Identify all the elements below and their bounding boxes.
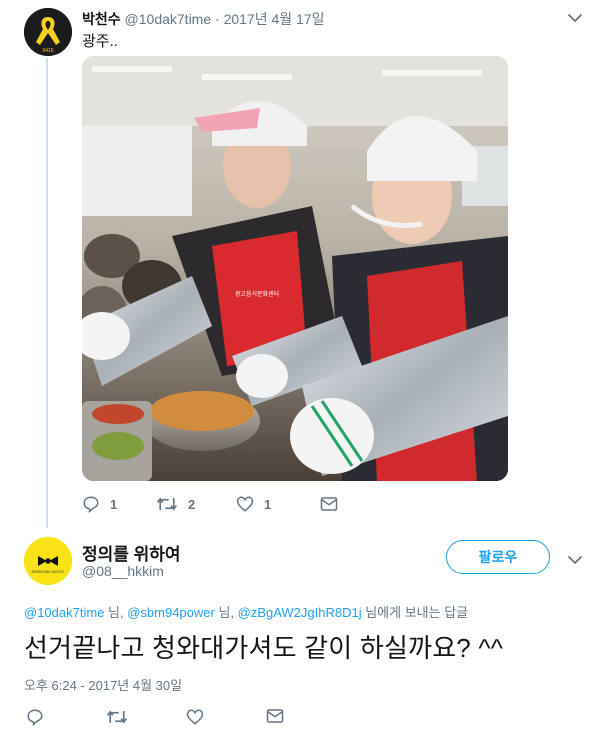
mention-link[interactable]: @zBgAW2JgIhR8D1j	[238, 605, 362, 620]
mention-link[interactable]: @sbm94power	[127, 605, 215, 620]
tweet-actions: 1 2 1	[82, 494, 338, 514]
like-icon[interactable]	[186, 708, 204, 726]
reply-icon[interactable]	[82, 495, 100, 513]
retweet-icon[interactable]	[156, 495, 178, 513]
replying-to-suffix: 님에게 보내는 답글	[361, 605, 469, 620]
avatar[interactable]: SEARCHING JUSTICE	[24, 537, 72, 585]
tweet-timestamp[interactable]: 오후 6:24 - 2017년 4월 30일	[24, 675, 182, 694]
chevron-down-icon[interactable]	[567, 10, 583, 26]
tweet-text: 선거끝나고 청와대가셔도 같이 하실까요? ^^	[24, 633, 504, 663]
user-handle[interactable]: @08__hkkim	[82, 563, 164, 579]
avatar-caption: SEARCHING JUSTICE	[31, 570, 64, 574]
retweet-count: 2	[188, 496, 196, 512]
message-icon[interactable]	[320, 496, 338, 512]
tweet-date[interactable]: 2017년 4월 17일	[224, 11, 325, 27]
parent-tweet[interactable]: 0416 박천수 @10dak7time · 2017년 4월 17일 광주..	[0, 0, 603, 530]
like-count: 1	[264, 496, 272, 512]
retweet-action[interactable]: 2	[156, 495, 236, 513]
mention-separator: 님,	[214, 605, 238, 620]
message-icon[interactable]	[266, 708, 284, 724]
mention-separator: 님,	[104, 605, 128, 620]
replying-to: @10dak7time 님, @sbm94power 님, @zBgAW2JgI…	[24, 602, 468, 621]
message-action[interactable]	[320, 496, 338, 512]
tweet-photo[interactable]: 광고음식문화센터	[82, 56, 508, 481]
yellow-ribbon-icon: 0416	[24, 8, 72, 56]
chevron-down-icon[interactable]	[567, 552, 583, 568]
reply-tweet[interactable]: SEARCHING JUSTICE 정의를 위하여 @08__hkkim 팔로우…	[0, 530, 603, 749]
photo-apron-text: 광고음식문화센터	[235, 290, 279, 298]
reply-icon[interactable]	[26, 708, 44, 726]
display-name[interactable]: 정의를 위하여	[82, 540, 181, 565]
separator: ·	[215, 11, 220, 27]
like-icon[interactable]	[236, 495, 254, 513]
tweet-actions	[24, 708, 324, 728]
tweet-header: 박천수 @10dak7time · 2017년 4월 17일	[82, 9, 325, 29]
mention-link[interactable]: @10dak7time	[24, 605, 104, 620]
like-action[interactable]: 1	[236, 495, 320, 513]
tweet-text: 광주..	[82, 33, 118, 50]
avatar[interactable]: 0416	[24, 8, 72, 56]
reply-count: 1	[110, 496, 118, 512]
display-name[interactable]: 박천수	[82, 11, 121, 27]
user-handle[interactable]: @10dak7time	[125, 11, 212, 27]
retweet-icon[interactable]	[106, 708, 128, 726]
reply-action[interactable]: 1	[82, 495, 156, 513]
follow-button[interactable]: 팔로우	[446, 540, 550, 574]
avatar-caption: 0416	[42, 48, 53, 54]
